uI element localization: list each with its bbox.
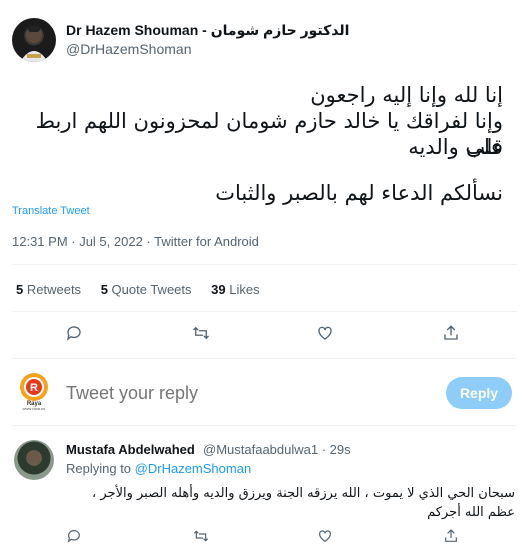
author-avatar[interactable] <box>12 18 56 62</box>
raya-logo-sub: www.raya.ps <box>23 406 46 410</box>
author-handle[interactable]: @DrHazemShoman <box>66 41 191 57</box>
likes-label: Likes <box>229 282 260 297</box>
reply-text-line: سبحان الحي الذي لا يموت ، الله يرزقه الج… <box>92 486 515 501</box>
divider <box>12 425 517 426</box>
likes-count: 39 <box>211 282 226 297</box>
reply-text-line: عظم الله أجركم <box>427 505 515 520</box>
share-icon[interactable] <box>440 525 462 547</box>
reply-input[interactable] <box>66 383 406 404</box>
replying-to-link[interactable]: @DrHazemShoman <box>135 461 252 476</box>
reply-button[interactable]: Reply <box>446 377 512 409</box>
tweet-timestamp[interactable]: 12:31 PM · Jul 5, 2022 · Twitter for And… <box>12 234 259 249</box>
reply-author-name[interactable]: Mustafa Abdelwahed <box>66 442 195 457</box>
retweets-count: 5 <box>16 282 24 297</box>
author-name[interactable]: Dr Hazem Shouman - الدكتور حازم شومان <box>66 22 349 39</box>
replying-to: Replying to @DrHazemShoman <box>66 461 251 476</box>
retweet-icon[interactable] <box>190 525 212 547</box>
tweet-text-line: إنا لله وإنا إليه راجعون <box>310 83 503 107</box>
retweets-label: Retweets <box>26 282 82 297</box>
quote-label: Quote Tweets <box>111 282 192 297</box>
tweet-text-line: نسألكم الدعاء لهم بالصبر والثبات <box>215 181 503 205</box>
reply-icon[interactable] <box>63 322 85 344</box>
retweets-stat[interactable]: 5 Retweets <box>16 282 81 297</box>
reply-author-avatar[interactable] <box>14 440 54 480</box>
like-icon[interactable] <box>314 525 336 547</box>
divider <box>12 264 517 265</box>
quote-count: 5 <box>100 282 108 297</box>
replying-prefix: Replying to <box>66 461 132 476</box>
quote-tweets-stat[interactable]: 5 Quote Tweets <box>101 282 192 297</box>
reply-author-handle[interactable]: @Mustafaabdulwa1 · 29s <box>203 442 351 457</box>
tweet-actions <box>0 322 529 346</box>
tweet-text-line: قلب والديه <box>408 135 503 159</box>
divider <box>12 358 517 359</box>
svg-text:R: R <box>30 382 38 394</box>
translate-tweet-link[interactable]: Translate Tweet <box>12 205 90 217</box>
reply-actions <box>0 525 529 549</box>
likes-stat[interactable]: 39 Likes <box>211 282 259 297</box>
tweet-stats: 5 Retweets 5 Quote Tweets 39 Likes <box>16 282 260 297</box>
compose-avatar[interactable]: R Raya www.raya.ps <box>14 370 54 411</box>
divider <box>12 311 517 312</box>
reply-icon[interactable] <box>63 525 85 547</box>
like-icon[interactable] <box>314 322 336 344</box>
share-icon[interactable] <box>440 322 462 344</box>
retweet-icon[interactable] <box>190 322 212 344</box>
